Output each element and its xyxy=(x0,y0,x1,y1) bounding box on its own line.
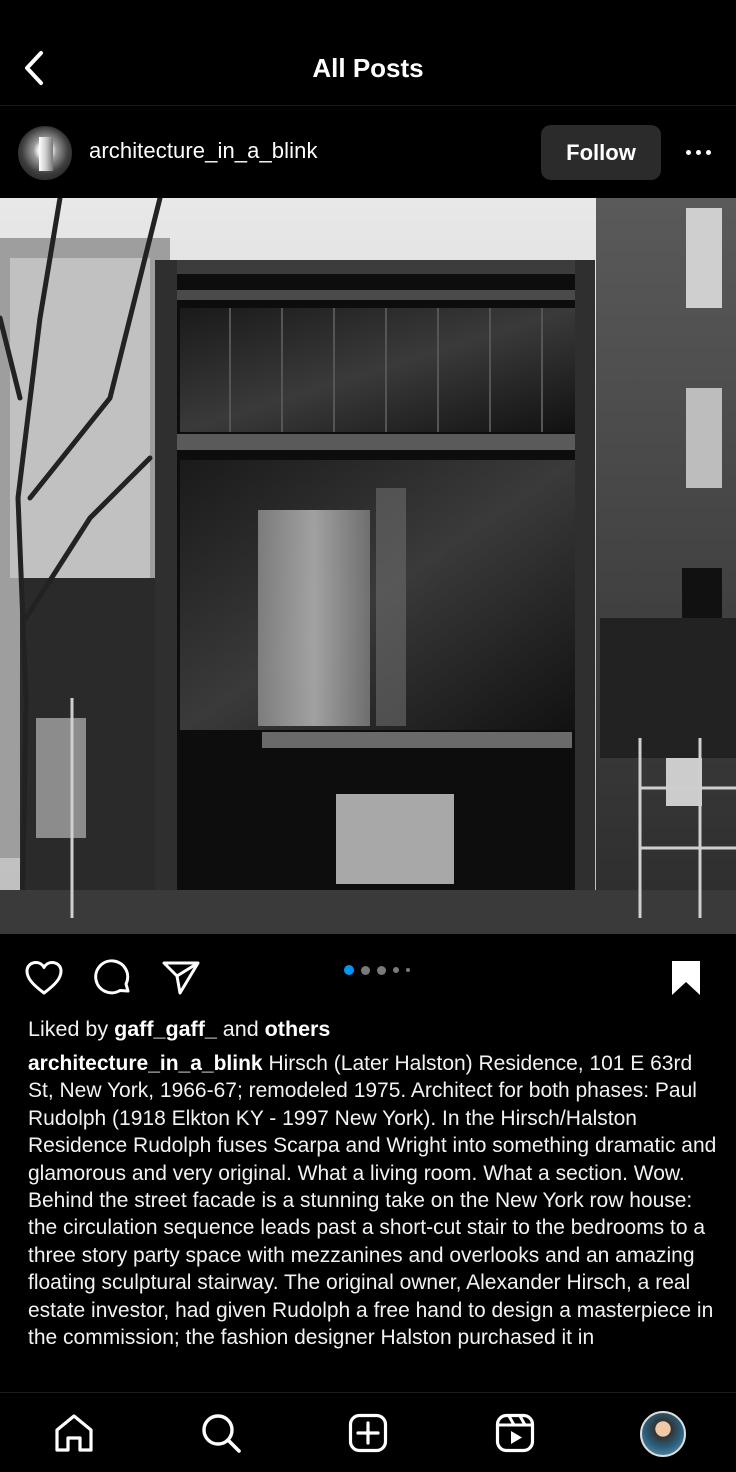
carousel-dot xyxy=(393,967,399,973)
likes-line[interactable]: Liked by gaff_gaff_ and others xyxy=(28,1017,330,1042)
tab-home[interactable] xyxy=(52,1411,96,1455)
send-icon xyxy=(162,961,200,995)
heart-icon xyxy=(25,961,63,995)
likes-joiner: and xyxy=(222,1017,259,1041)
save-button[interactable] xyxy=(664,956,708,1000)
tab-profile[interactable] xyxy=(640,1411,686,1457)
post-header: architecture_in_a_blink Follow xyxy=(0,106,736,198)
carousel-dot-active xyxy=(344,965,354,975)
likes-prefix: Liked by xyxy=(28,1017,109,1041)
author-avatar[interactable] xyxy=(18,126,72,180)
add-post-icon xyxy=(348,1413,388,1453)
more-horizontal-icon xyxy=(685,149,691,155)
page-title: All Posts xyxy=(312,53,424,83)
like-button[interactable] xyxy=(22,956,66,1000)
carousel-dot xyxy=(406,968,410,972)
bookmark-icon xyxy=(672,961,700,995)
tab-reels[interactable] xyxy=(493,1411,537,1455)
carousel-indicator xyxy=(344,965,410,975)
follow-button[interactable]: Follow xyxy=(541,125,661,180)
search-icon xyxy=(202,1414,241,1453)
home-icon xyxy=(55,1414,93,1452)
post-actions xyxy=(0,934,736,1016)
caption-text: Hirsch (Later Halston) Residence, 101 E … xyxy=(28,1052,717,1350)
post-username[interactable]: architecture_in_a_blink xyxy=(89,138,318,164)
building-photo xyxy=(0,198,736,934)
caption: architecture_in_a_blink Hirsch (Later Ha… xyxy=(28,1050,718,1391)
top-bar: All Posts xyxy=(0,0,736,106)
likes-others[interactable]: others xyxy=(265,1017,331,1041)
tab-create[interactable] xyxy=(346,1411,390,1455)
carousel-dot xyxy=(361,965,370,975)
tab-search[interactable] xyxy=(199,1411,243,1455)
reels-icon xyxy=(495,1413,535,1453)
post-image[interactable] xyxy=(0,198,736,934)
caption-author[interactable]: architecture_in_a_blink xyxy=(28,1052,263,1075)
more-options-button[interactable] xyxy=(678,136,718,168)
liker-username[interactable]: gaff_gaff_ xyxy=(114,1017,217,1041)
carousel-dot xyxy=(377,965,386,975)
bottom-tab-bar xyxy=(0,1392,736,1472)
comment-icon xyxy=(94,959,130,995)
share-button[interactable] xyxy=(159,956,203,1000)
comment-button[interactable] xyxy=(91,956,135,1000)
